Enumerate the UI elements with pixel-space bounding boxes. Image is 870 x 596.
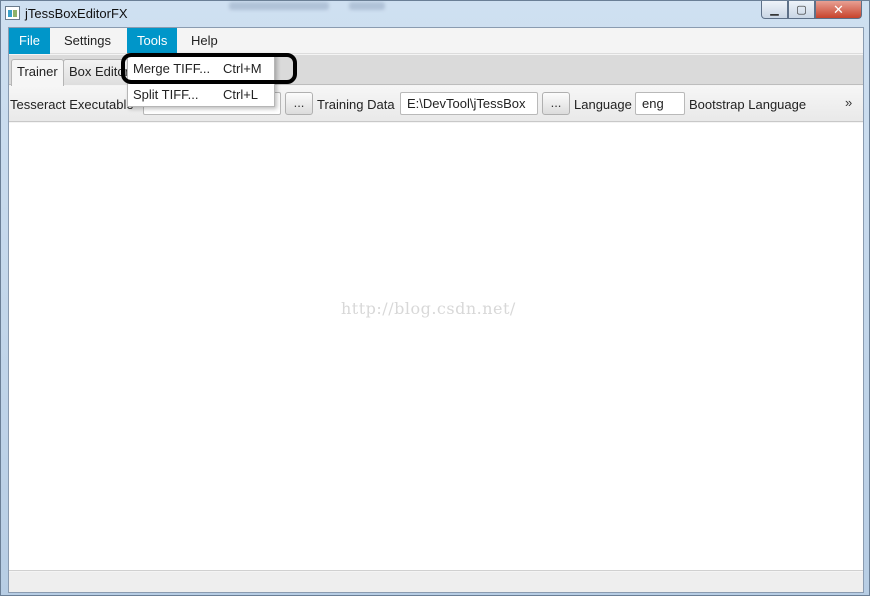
client-area: File Settings Tools Help Trainer Box Edi… [8, 27, 864, 593]
merge-tiff-shortcut: Ctrl+M [223, 61, 262, 76]
language-label: Language [574, 97, 632, 112]
tab-box-editor[interactable]: Box Editor [63, 59, 135, 85]
maximize-icon: ▢ [796, 4, 807, 16]
menu-bar: File Settings Tools Help [9, 28, 863, 54]
browse-training-button[interactable]: ... [542, 92, 570, 115]
title-bar[interactable]: jTessBoxEditorFX ▁ ▢ ✕ [1, 1, 869, 27]
trainer-output-area[interactable]: http://blog.csdn.net/ [9, 123, 863, 571]
menu-item-split-tiff[interactable]: Split TIFF... Ctrl+L [128, 82, 274, 106]
toolbar-overflow-button[interactable]: » [845, 95, 852, 110]
maximize-button[interactable]: ▢ [788, 1, 815, 19]
menu-item-merge-tiff[interactable]: Merge TIFF... Ctrl+M [128, 56, 274, 80]
watermark: http://blog.csdn.net/ [341, 299, 516, 318]
minimize-icon: ▁ [770, 4, 779, 16]
menu-tools[interactable]: Tools [127, 28, 178, 54]
split-tiff-label: Split TIFF... [133, 87, 199, 102]
training-data-label: Training Data [317, 97, 395, 112]
bootstrap-language-label: Bootstrap Language [689, 97, 807, 112]
browse-tesseract-button[interactable]: ... [285, 92, 313, 115]
window-title: jTessBoxEditorFX [25, 6, 128, 21]
minimize-button[interactable]: ▁ [761, 1, 788, 19]
split-tiff-shortcut: Ctrl+L [223, 87, 259, 102]
close-icon: ✕ [833, 1, 844, 17]
tools-dropdown-menu: Merge TIFF... Ctrl+M Split TIFF... Ctrl+… [127, 53, 275, 107]
merge-tiff-label: Merge TIFF... [133, 61, 211, 76]
menu-settings[interactable]: Settings [54, 28, 121, 54]
tesseract-executable-label: Tesseract Executable [10, 97, 134, 112]
background-blur [229, 2, 329, 10]
menu-file[interactable]: File [9, 28, 50, 54]
app-icon [5, 6, 20, 20]
language-field[interactable]: eng [635, 92, 685, 115]
background-blur [349, 2, 385, 10]
status-bar [9, 572, 863, 592]
training-data-field[interactable]: E:\DevTool\jTessBox [400, 92, 538, 115]
tab-trainer[interactable]: Trainer [11, 59, 64, 86]
close-button[interactable]: ✕ [815, 1, 862, 19]
menu-help[interactable]: Help [181, 28, 228, 54]
app-window: jTessBoxEditorFX ▁ ▢ ✕ File Settings Too… [0, 0, 870, 596]
